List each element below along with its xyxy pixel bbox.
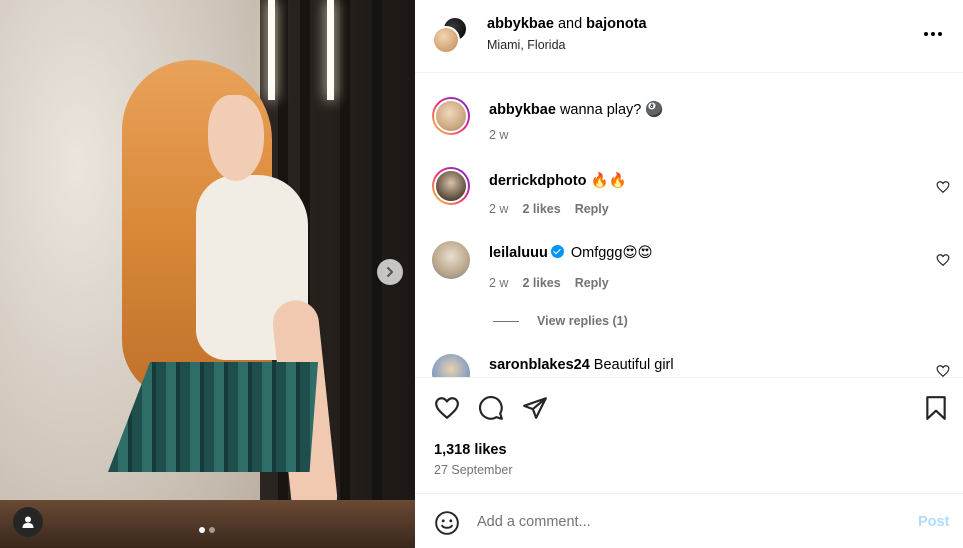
view-replies-line: [493, 320, 519, 322]
caption-meta: 2 w: [489, 128, 508, 142]
comment-likes[interactable]: 2 likes: [522, 202, 560, 216]
heart-icon[interactable]: [936, 253, 950, 267]
more-dot: [931, 32, 935, 36]
author-names: abbykbae and bajonota: [487, 16, 647, 32]
reply-button[interactable]: Reply: [575, 276, 609, 290]
caption-username[interactable]: abbykbae: [489, 102, 556, 118]
author-username[interactable]: abbykbae: [487, 16, 554, 32]
post-header: abbykbae and bajonota Miami, Florida: [415, 0, 963, 73]
next-slide-button[interactable]: [377, 259, 403, 285]
comments-list[interactable]: abbykbae wanna play? 🎱 2 w derrickdphoto…: [415, 73, 963, 377]
author-avatars[interactable]: [432, 16, 472, 56]
wall-slat: [340, 0, 350, 548]
caption-time[interactable]: 2 w: [489, 128, 508, 142]
avatar-image: [432, 354, 470, 377]
caption-text: abbykbae wanna play? 🎱: [489, 101, 663, 118]
avatar-image: [434, 99, 468, 133]
post-actions: 1,318 likes 27 September: [415, 377, 963, 493]
comment-time[interactable]: 2 w: [489, 276, 508, 290]
comment-meta: 2 w 2 likes Reply: [489, 202, 609, 216]
view-replies-label: View replies (1): [537, 314, 628, 328]
carousel-dot-active: [199, 527, 205, 533]
more-dot: [924, 32, 928, 36]
avatar-image: [432, 241, 470, 279]
comment-input[interactable]: [477, 511, 897, 533]
photo-subject-face: [208, 95, 264, 181]
and-word: and: [557, 16, 583, 32]
user-tag-icon: [22, 516, 34, 528]
comment-body: Beautiful girl: [593, 357, 674, 373]
photo-table: [0, 500, 415, 548]
author-avatar[interactable]: [432, 26, 460, 54]
heart-icon[interactable]: [936, 364, 950, 377]
user-tag-button[interactable]: [13, 507, 43, 537]
bookmark-icon[interactable]: [923, 395, 949, 421]
comment-avatar[interactable]: [432, 167, 470, 205]
comment-username[interactable]: derrickdphoto: [489, 173, 586, 189]
heart-icon[interactable]: [936, 180, 950, 194]
heart-icon[interactable]: [434, 395, 460, 421]
comment-avatar[interactable]: [432, 354, 470, 377]
comment-text: leilaluuu Omfggg😍😍: [489, 245, 653, 261]
reply-button[interactable]: Reply: [575, 202, 609, 216]
light-bar: [327, 0, 334, 100]
comment-body: Omfggg😍😍: [570, 245, 653, 261]
carousel-dots: [199, 527, 215, 533]
carousel-dot: [209, 527, 215, 533]
caption-avatar[interactable]: [432, 97, 470, 135]
post-location[interactable]: Miami, Florida: [487, 38, 566, 52]
share-icon[interactable]: [522, 395, 548, 421]
view-replies-button[interactable]: View replies (1): [493, 314, 628, 328]
verified-icon: [550, 245, 564, 258]
comment-time[interactable]: 2 w: [489, 202, 508, 216]
comment-username[interactable]: saronblakes24: [489, 357, 590, 373]
comment-body: 🔥🔥: [590, 173, 627, 189]
comment-username[interactable]: leilaluuu: [489, 245, 548, 261]
more-icon[interactable]: [924, 32, 942, 36]
avatar-image: [434, 169, 468, 203]
light-bar: [268, 0, 275, 100]
emoji-icon[interactable]: [434, 510, 460, 536]
post-button[interactable]: Post: [918, 514, 949, 530]
likes-count[interactable]: 1,318 likes: [434, 442, 507, 458]
comment-meta: 2 w 2 likes Reply: [489, 276, 609, 290]
post-date[interactable]: 27 September: [434, 463, 513, 477]
add-comment-bar: Post: [415, 493, 963, 548]
more-dot: [938, 32, 942, 36]
comment-text: saronblakes24 Beautiful girl: [489, 357, 674, 373]
comment-icon[interactable]: [478, 395, 504, 421]
collaborator-username[interactable]: bajonota: [586, 16, 646, 32]
caption-body: wanna play? 🎱: [559, 102, 664, 118]
comment-text: derrickdphoto 🔥🔥: [489, 172, 627, 189]
post-media[interactable]: [0, 0, 415, 548]
post-panel: abbykbae and bajonota Miami, Florida abb…: [415, 0, 963, 548]
chevron-right-icon: [387, 267, 393, 277]
comment-likes[interactable]: 2 likes: [522, 276, 560, 290]
comment-avatar[interactable]: [432, 241, 470, 279]
